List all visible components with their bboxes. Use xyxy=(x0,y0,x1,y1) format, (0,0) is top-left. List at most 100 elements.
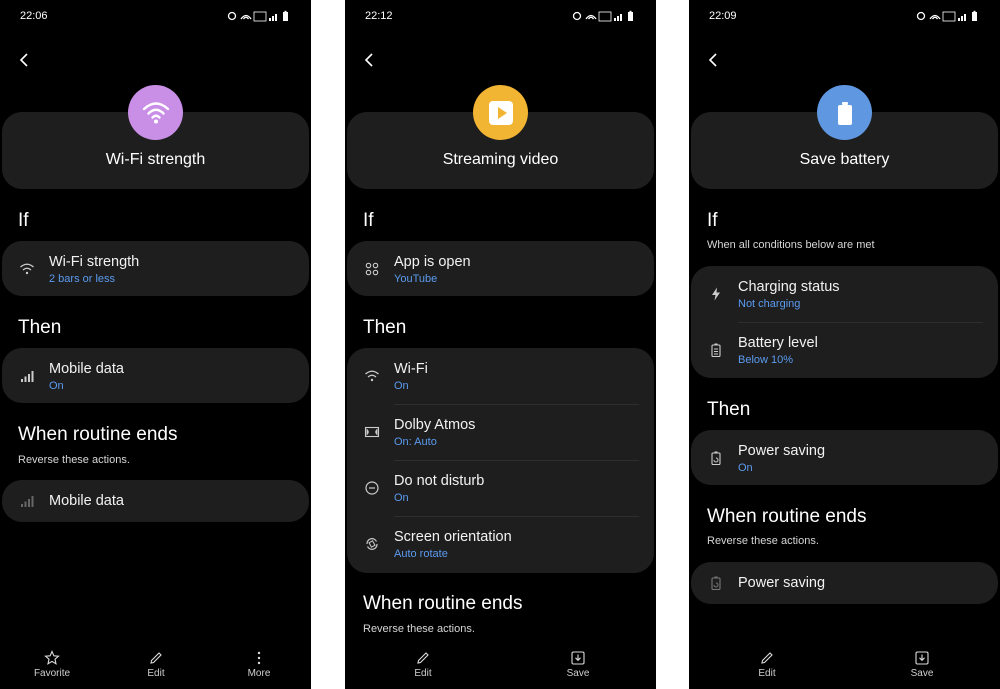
battery-small-icon xyxy=(711,343,721,358)
save-button[interactable]: Save xyxy=(887,648,957,679)
power-saving-icon xyxy=(711,451,721,466)
row-title: Power saving xyxy=(738,575,826,591)
power-saving-dim-icon xyxy=(711,576,721,591)
favorite-button[interactable]: Favorite xyxy=(17,648,87,679)
bottom-action-bar: Edit Save xyxy=(689,648,1000,689)
ends-card[interactable]: Mobile data xyxy=(2,480,309,522)
if-heading: If xyxy=(707,210,718,231)
row-subtitle: On xyxy=(394,380,409,392)
more-button[interactable]: More xyxy=(224,648,294,679)
pencil-icon xyxy=(417,652,429,664)
row-subtitle: On xyxy=(49,380,64,392)
edit-label: Edit xyxy=(758,668,776,679)
battery-icon xyxy=(817,85,872,140)
status-bar-icons xyxy=(227,10,288,22)
status-time: 22:09 xyxy=(709,10,737,22)
action-row-orientation[interactable]: Screen orientation Auto rotate xyxy=(347,516,654,572)
row-subtitle: 2 bars or less xyxy=(49,273,116,285)
bottom-action-bar: Favorite Edit More xyxy=(0,648,311,689)
action-row-dnd[interactable]: Do not disturb On xyxy=(347,460,654,516)
when-routine-ends-heading: When routine ends xyxy=(18,424,178,445)
action-row-wifi[interactable]: Wi-Fi On xyxy=(347,348,654,404)
signal-icon xyxy=(21,371,34,382)
reverse-row[interactable]: Power saving xyxy=(691,562,998,604)
apps-icon xyxy=(365,262,379,276)
dolby-icon xyxy=(364,426,380,438)
ends-card[interactable]: Power saving xyxy=(691,562,998,604)
row-title: Mobile data xyxy=(49,361,124,377)
then-card[interactable]: Wi-Fi On Dolby Atmos On: Auto Do not dis… xyxy=(347,348,654,573)
pencil-icon xyxy=(150,652,162,664)
row-subtitle: Below 10% xyxy=(738,354,794,366)
save-icon xyxy=(915,651,929,665)
phone-screen-streaming-video: 22:12 Streaming video If App is open You… xyxy=(345,0,656,689)
edit-button[interactable]: Edit xyxy=(121,648,191,679)
condition-row-charging[interactable]: Charging status Not charging xyxy=(691,266,998,322)
row-subtitle: Not charging xyxy=(738,298,801,310)
status-bar-icons xyxy=(572,10,633,22)
dnd-icon xyxy=(365,481,379,495)
condition-row-battery-level[interactable]: Battery level Below 10% xyxy=(691,322,998,378)
conditions-note: When all conditions below are met xyxy=(707,239,875,251)
more-label: More xyxy=(247,668,271,679)
edit-label: Edit xyxy=(414,668,432,679)
bottom-action-bar: Edit Save xyxy=(345,648,656,689)
save-icon xyxy=(571,651,585,665)
row-title: Charging status xyxy=(738,279,840,295)
row-title: Wi-Fi strength xyxy=(49,254,140,270)
if-card[interactable]: Charging status Not charging Battery lev… xyxy=(691,266,998,378)
back-arrow-icon[interactable] xyxy=(15,50,35,70)
wifi-icon xyxy=(20,263,34,275)
more-icon xyxy=(257,651,261,665)
then-card[interactable]: Mobile data On xyxy=(2,348,309,403)
bolt-icon xyxy=(712,287,720,301)
routine-title: Streaming video xyxy=(442,151,559,168)
reverse-row[interactable]: Mobile data xyxy=(2,480,309,522)
row-title: Mobile data xyxy=(49,493,124,509)
row-title: Wi-Fi xyxy=(394,361,428,377)
condition-row[interactable]: App is open YouTube xyxy=(347,241,654,296)
action-row[interactable]: Power saving On xyxy=(691,430,998,485)
save-label: Save xyxy=(566,668,590,679)
edit-button[interactable]: Edit xyxy=(732,648,802,679)
reverse-actions-note: Reverse these actions. xyxy=(707,535,819,547)
back-arrow-icon[interactable] xyxy=(360,50,380,70)
back-arrow-icon[interactable] xyxy=(704,50,724,70)
status-time: 22:12 xyxy=(365,10,393,22)
pencil-icon xyxy=(761,652,773,664)
edit-button[interactable]: Edit xyxy=(388,648,458,679)
row-subtitle: On xyxy=(394,492,409,504)
status-time: 22:06 xyxy=(20,10,48,22)
play-icon xyxy=(473,85,528,140)
row-title: Screen orientation xyxy=(394,529,512,545)
row-title: Battery level xyxy=(738,335,818,351)
condition-row[interactable]: Wi-Fi strength 2 bars or less xyxy=(2,241,309,296)
row-subtitle: On xyxy=(738,462,753,474)
row-title: Do not disturb xyxy=(394,473,485,489)
phone-screen-save-battery: 22:09 Save battery If When all condition… xyxy=(689,0,1000,689)
row-title: Power saving xyxy=(738,443,826,459)
save-button[interactable]: Save xyxy=(543,648,613,679)
row-subtitle: On: Auto xyxy=(394,436,437,448)
reverse-actions-note: Reverse these actions. xyxy=(363,623,475,635)
action-row[interactable]: Mobile data On xyxy=(2,348,309,403)
star-icon xyxy=(44,650,60,665)
reverse-actions-note: Reverse these actions. xyxy=(18,454,130,466)
rotate-icon xyxy=(366,538,378,550)
row-subtitle: Auto rotate xyxy=(394,548,448,560)
save-label: Save xyxy=(910,668,934,679)
edit-label: Edit xyxy=(147,668,165,679)
if-card[interactable]: Wi-Fi strength 2 bars or less xyxy=(2,241,309,296)
if-card[interactable]: App is open YouTube xyxy=(347,241,654,296)
when-routine-ends-heading: When routine ends xyxy=(363,593,523,614)
then-heading: Then xyxy=(363,317,407,338)
row-title: Dolby Atmos xyxy=(394,417,476,433)
wifi-icon xyxy=(365,370,379,382)
when-routine-ends-heading: When routine ends xyxy=(707,506,867,527)
then-card[interactable]: Power saving On xyxy=(691,430,998,485)
action-row-dolby[interactable]: Dolby Atmos On: Auto xyxy=(347,404,654,460)
then-heading: Then xyxy=(707,399,751,420)
favorite-label: Favorite xyxy=(33,668,71,679)
then-heading: Then xyxy=(18,317,62,338)
wifi-icon xyxy=(128,85,183,140)
